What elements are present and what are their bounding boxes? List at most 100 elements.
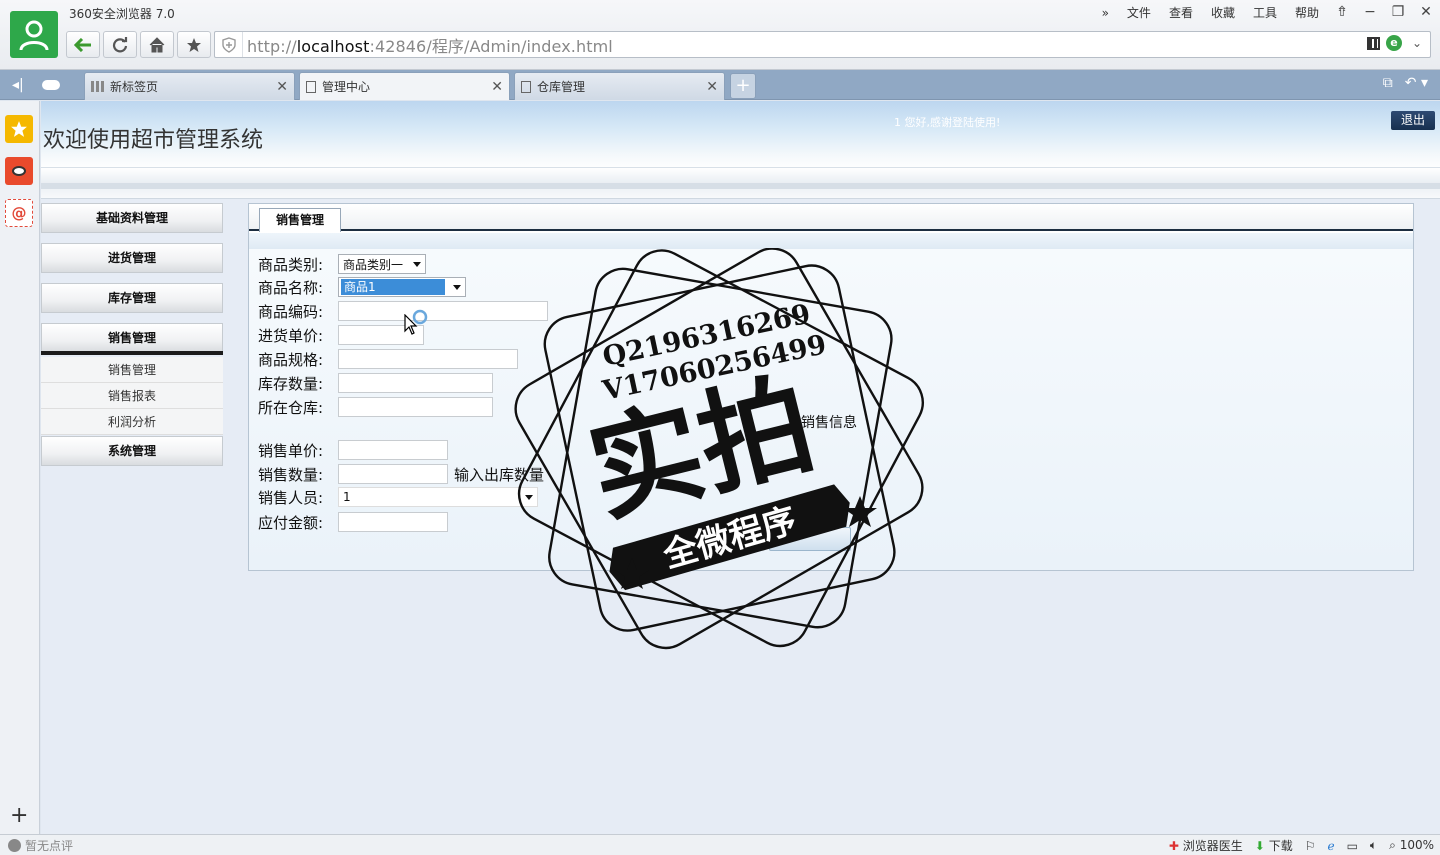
cloud-icon[interactable] [41, 80, 60, 90]
menu-active-underline [41, 351, 223, 355]
loading-spinner-icon [412, 309, 428, 325]
seller-select[interactable]: 1 [338, 487, 538, 507]
row-payable: 应付金额: [258, 511, 448, 533]
restore-tabs-icon[interactable]: ⧉ [1383, 75, 1393, 91]
browser-sidebar: @ + [0, 101, 40, 834]
menu-stock[interactable]: 库存管理 [41, 283, 223, 313]
tab-close-icon[interactable]: ✕ [491, 79, 503, 95]
menu-file[interactable]: 文件 [1118, 1, 1160, 25]
browser-title: 360安全浏览器 7.0 [69, 7, 175, 21]
menu-purchase[interactable]: 进货管理 [41, 243, 223, 273]
tab-warehouse[interactable]: 仓库管理 ✕ [514, 72, 725, 100]
skin-icon[interactable]: ⇮ [1328, 1, 1356, 25]
favorite-button[interactable] [177, 31, 211, 58]
weibo-icon[interactable] [5, 157, 33, 185]
url-text[interactable]: http://localhost:42846/程序/Admin/index.ht… [243, 33, 613, 57]
label-sale-qty: 销售数量: [258, 465, 324, 484]
favorites-star-icon[interactable] [5, 115, 33, 143]
browser-chrome: 360安全浏览器 7.0 » 文件 查看 收藏 工具 帮助 ⇮ − ❐ ✕ ht… [0, 0, 1440, 70]
close-window-icon[interactable]: ✕ [1412, 1, 1440, 25]
ie-compat-icon[interactable]: e [1386, 35, 1402, 51]
submit-button[interactable] [769, 527, 851, 551]
seller-selected: 1 [343, 490, 351, 504]
sidebar-toggle-icon[interactable]: ◂| [12, 77, 24, 93]
back-arrow-icon [74, 37, 91, 52]
spec-input[interactable] [338, 349, 518, 369]
code-input[interactable] [338, 301, 548, 321]
row-stock-qty: 库存数量: [258, 372, 493, 394]
product-name-select[interactable]: 商品1 [338, 277, 466, 297]
minimize-icon[interactable]: − [1356, 1, 1384, 25]
zoom[interactable]: ⌕ 100% [1389, 838, 1434, 853]
undo-close-icon[interactable]: ↶ ▾ [1405, 75, 1428, 91]
tab-label: 新标签页 [110, 80, 159, 94]
more-chevron-icon[interactable]: » [1093, 1, 1118, 25]
download-label: 下载 [1268, 839, 1293, 853]
address-tools: e ⌄ [1367, 35, 1426, 51]
warehouse-input[interactable] [338, 397, 493, 417]
home-icon [149, 36, 165, 52]
address-bar[interactable]: http://localhost:42846/程序/Admin/index.ht… [214, 31, 1431, 58]
flag-icon[interactable]: ⚐ [1305, 839, 1316, 853]
chevron-down-icon [413, 262, 421, 267]
menu-help[interactable]: 帮助 [1286, 1, 1328, 25]
menu-favorites[interactable]: 收藏 [1202, 1, 1244, 25]
submenu-sales-manage[interactable]: 销售管理 [41, 357, 223, 383]
home-button[interactable] [140, 31, 174, 58]
window-icon[interactable]: ▭ [1347, 839, 1358, 853]
menu-view[interactable]: 查看 [1160, 1, 1202, 25]
tab-bar-right-tools: ⧉ ↶ ▾ [1383, 75, 1428, 91]
tab-sales-management[interactable]: 销售管理 [259, 208, 341, 232]
tab-new-tab-page[interactable]: 新标签页 ✕ [84, 72, 295, 100]
submenu-sales-report[interactable]: 销售报表 [41, 383, 223, 409]
row-warehouse: 所在仓库: [258, 396, 493, 418]
menu-basic-data[interactable]: 基础资料管理 [41, 203, 223, 233]
header-stripe-band [41, 183, 1440, 189]
tab-admin-center[interactable]: 管理中心 ✕ [299, 72, 510, 100]
speaker-icon[interactable]: 🔈︎ [1370, 838, 1377, 853]
sale-qty-input[interactable] [338, 464, 448, 484]
new-tab-button[interactable]: + [730, 73, 756, 99]
browser-doctor[interactable]: ✚ 浏览器医生 [1169, 837, 1243, 854]
add-sidebar-item-icon[interactable]: + [10, 803, 28, 828]
tab-close-icon[interactable]: ✕ [276, 79, 288, 95]
label-spec: 商品规格: [258, 350, 324, 369]
menu-system[interactable]: 系统管理 [41, 436, 223, 466]
menu-sales[interactable]: 销售管理 [41, 323, 223, 353]
tab-label: 仓库管理 [537, 80, 586, 94]
stock-qty-input[interactable] [338, 373, 493, 393]
category-selected: 商品类别一 [343, 257, 404, 272]
row-product-name: 商品名称: 商品1 [258, 276, 466, 298]
panel-strip [249, 233, 1413, 249]
tab-close-icon[interactable]: ✕ [706, 79, 718, 95]
ie-icon[interactable]: ℯ [1327, 839, 1334, 853]
url-host: localhost [296, 36, 370, 56]
nav-buttons [66, 31, 211, 58]
payable-input[interactable] [338, 512, 448, 532]
page-icon [306, 80, 316, 93]
user-avatar-icon[interactable] [10, 11, 58, 58]
logout-button[interactable]: 退出 [1391, 111, 1435, 130]
download[interactable]: ⬇ 下载 [1255, 837, 1293, 854]
mail-icon[interactable]: @ [5, 199, 33, 227]
qr-code-icon[interactable] [1367, 36, 1380, 50]
tab-bar: ◂| 新标签页 ✕ 管理中心 ✕ 仓库管理 ✕ + ⧉ ↶ ▾ [0, 70, 1440, 100]
refresh-icon [112, 36, 128, 52]
back-button[interactable] [66, 31, 100, 58]
submenu-profit-analysis[interactable]: 利润分析 [41, 409, 223, 435]
menu-tools[interactable]: 工具 [1244, 1, 1286, 25]
status-rating-text[interactable]: 暂无点评 [25, 837, 73, 854]
restore-icon[interactable]: ❐ [1384, 1, 1412, 25]
status-left: 暂无点评 [8, 837, 73, 854]
url-prefix: http:// [247, 36, 297, 56]
chevron-down-icon [453, 285, 461, 290]
refresh-button[interactable] [103, 31, 137, 58]
address-dropdown-icon[interactable]: ⌄ [1408, 36, 1426, 50]
status-right: ✚ 浏览器医生 ⬇ 下载 ⚐ ℯ ▭ 🔈︎ ⌕ 100% [1169, 837, 1434, 854]
security-shield-icon[interactable] [215, 32, 243, 57]
label-product-name: 商品名称: [258, 278, 324, 297]
sale-price-input[interactable] [338, 440, 448, 460]
grid-icon [91, 81, 104, 92]
category-select[interactable]: 商品类别一 [338, 254, 426, 274]
tab-bar-left-tools: ◂| [0, 70, 82, 100]
